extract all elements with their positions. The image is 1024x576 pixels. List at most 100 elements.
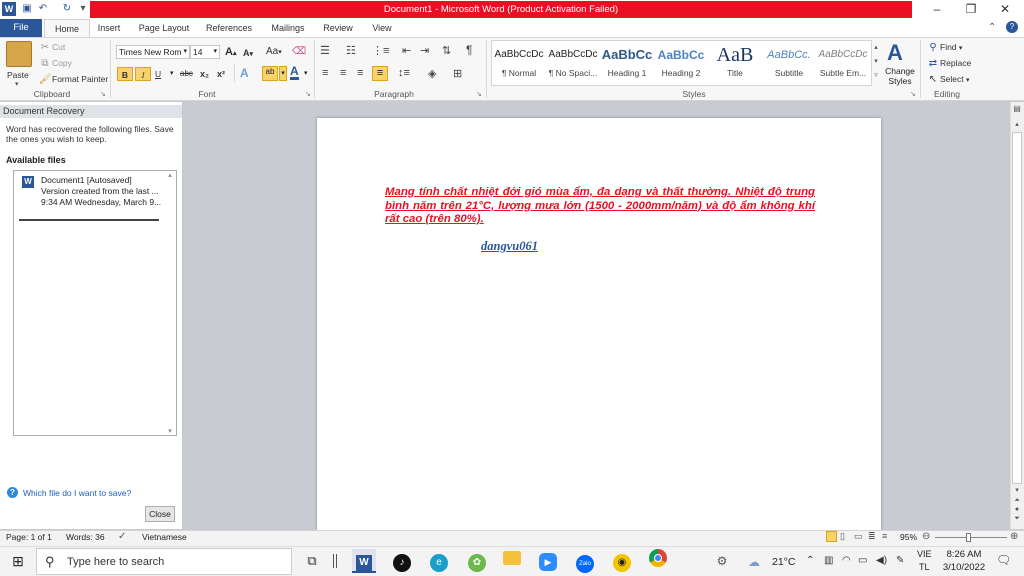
line-spacing-icon[interactable]: ↕≡: [398, 67, 410, 79]
taskbar-search-box[interactable]: ⚲ Type here to search: [36, 548, 292, 575]
text-effects-icon[interactable]: A: [240, 66, 249, 80]
change-case-button[interactable]: Aa▾: [266, 45, 282, 59]
undo-icon[interactable]: ↶: [36, 2, 50, 16]
zalo-icon[interactable]: Zalo: [573, 549, 597, 573]
word-logo-icon[interactable]: W: [2, 2, 16, 16]
outline-icon[interactable]: ≣: [868, 531, 876, 542]
superscript-button[interactable]: x²: [217, 67, 225, 81]
next-page-icon[interactable]: ⏷: [1012, 515, 1022, 523]
which-file-help-link[interactable]: Which file do I want to save?: [23, 488, 131, 498]
increase-indent-icon[interactable]: ⇥: [420, 44, 429, 57]
tab-view[interactable]: View: [366, 19, 398, 37]
edge-icon[interactable]: e: [427, 549, 451, 573]
multilevel-list-icon[interactable]: ⋮≡: [372, 44, 389, 57]
restore-icon[interactable]: ❐: [954, 0, 988, 19]
full-screen-reading-icon[interactable]: ▯: [840, 531, 845, 542]
wifi-icon[interactable]: ◠: [842, 555, 851, 566]
volume-icon[interactable]: ◀): [876, 555, 887, 566]
show-hidden-icons-icon[interactable]: ⌃: [806, 555, 814, 566]
style-normal[interactable]: AaBbCcDc ¶ Normal: [492, 42, 546, 86]
input-language[interactable]: VIE: [917, 549, 932, 559]
subscript-button[interactable]: x₂: [200, 67, 209, 81]
borders-icon[interactable]: ⊞: [453, 67, 462, 80]
page-count-status[interactable]: Page: 1 of 1: [6, 532, 52, 542]
styles-scroll[interactable]: ▴ ▾ ▿: [871, 41, 880, 85]
print-layout-icon[interactable]: [826, 531, 837, 542]
style-no-spacing[interactable]: AaBbCcDc ¶ No Spaci...: [546, 42, 600, 86]
tab-mailings[interactable]: Mailings: [266, 19, 310, 37]
bullets-icon[interactable]: ☰: [320, 44, 330, 57]
help-icon[interactable]: ?: [1006, 21, 1018, 33]
justify-icon[interactable]: ≡: [372, 66, 388, 81]
show-marks-button[interactable]: ¶: [466, 43, 472, 57]
font-color-icon[interactable]: A: [290, 65, 299, 80]
zoom-slider-thumb[interactable]: [966, 533, 971, 542]
ruler-toggle-icon[interactable]: ▤: [1012, 104, 1022, 114]
scroll-thumb[interactable]: [1012, 132, 1022, 484]
strikethrough-button[interactable]: abc: [180, 67, 193, 81]
style-heading-1[interactable]: AaBbCc Heading 1: [600, 42, 654, 86]
paragraph-launcher-icon[interactable]: ↘: [476, 90, 482, 98]
word-taskbar-icon[interactable]: W: [352, 549, 376, 573]
browse-object-icon[interactable]: ●: [1012, 506, 1022, 513]
align-center-icon[interactable]: ≡: [340, 67, 346, 79]
tab-insert[interactable]: Insert: [92, 19, 126, 37]
chrome-icon[interactable]: [646, 549, 670, 573]
tab-references[interactable]: References: [202, 19, 256, 37]
clear-formatting-icon[interactable]: ⌫: [292, 46, 306, 57]
close-recovery-button[interactable]: Close: [145, 506, 175, 522]
shading-icon[interactable]: ◈: [428, 67, 436, 80]
tab-home[interactable]: Home: [44, 19, 90, 37]
style-subtle-emphasis[interactable]: AaBbCcDc Subtle Em...: [816, 42, 870, 86]
recovered-file-item[interactable]: W Document1 [Autosaved] Version created …: [17, 174, 161, 216]
language-status[interactable]: Vietnamese: [142, 532, 187, 542]
clock-time[interactable]: 8:26 AM: [944, 549, 984, 560]
customize-qat-icon[interactable]: ▾: [76, 2, 90, 16]
messenger-icon[interactable]: ⚙: [710, 549, 734, 573]
file-explorer-icon[interactable]: [500, 549, 524, 573]
scroll-up-icon[interactable]: ▴: [164, 171, 176, 179]
chevron-down-icon[interactable]: ▾: [304, 69, 308, 77]
minimize-icon[interactable]: –: [920, 0, 954, 19]
chevron-down-icon[interactable]: ▾: [279, 66, 287, 81]
weather-cloud-icon[interactable]: ☁: [748, 555, 760, 569]
tab-file[interactable]: File: [0, 19, 42, 37]
styles-launcher-icon[interactable]: ↘: [910, 90, 916, 98]
copy-button[interactable]: ⧉ Copy: [38, 56, 71, 70]
grow-font-button[interactable]: A▴: [225, 45, 236, 59]
clipboard-launcher-icon[interactable]: ↘: [100, 90, 106, 98]
document-paragraph[interactable]: Mang tính chất nhiệt đới gió mùa ẩm, đa …: [385, 186, 815, 227]
chevron-down-icon[interactable]: ▾: [170, 69, 174, 77]
font-name-combo[interactable]: Times New Rom ▾: [116, 45, 190, 59]
proofing-icon[interactable]: ✓: [118, 531, 126, 542]
decrease-indent-icon[interactable]: ⇤: [402, 44, 411, 57]
previous-page-icon[interactable]: ⏶: [1012, 497, 1022, 505]
zoom-in-icon[interactable]: ⊕: [1010, 531, 1018, 542]
scroll-down-icon[interactable]: ▾: [1012, 486, 1022, 494]
scroll-down-icon[interactable]: ▾: [164, 427, 176, 435]
zoom-level[interactable]: 95%: [900, 532, 917, 542]
redo-icon[interactable]: ↻: [60, 2, 74, 16]
style-subtitle[interactable]: AaBbCc. Subtitle: [762, 42, 816, 86]
font-launcher-icon[interactable]: ↘: [305, 90, 311, 98]
align-right-icon[interactable]: ≡: [357, 67, 363, 79]
weather-temp[interactable]: 21°C: [772, 556, 795, 568]
document-author-text[interactable]: dangvu061: [481, 239, 538, 254]
bold-button[interactable]: B: [117, 67, 133, 81]
format-painter-button[interactable]: 🖌Format Painter: [38, 72, 109, 86]
word-count-status[interactable]: Words: 36: [66, 532, 105, 542]
clock-date[interactable]: 3/10/2022: [940, 562, 988, 573]
cut-button[interactable]: ✂ Cut: [38, 40, 65, 54]
style-title[interactable]: AaB Title: [708, 42, 762, 86]
change-styles-icon[interactable]: A: [887, 40, 903, 66]
close-window-icon[interactable]: ✕: [988, 0, 1022, 19]
draft-icon[interactable]: ≡: [882, 531, 887, 541]
list-scrollbar[interactable]: ▴ ▾: [164, 171, 176, 435]
font-size-combo[interactable]: 14 ▾: [190, 45, 220, 59]
zoom-slider[interactable]: [935, 537, 1007, 538]
tiktok-icon[interactable]: ♪: [390, 549, 414, 573]
tab-review[interactable]: Review: [320, 19, 356, 37]
replace-button[interactable]: ⇄ Replace: [926, 56, 971, 70]
tab-page-layout[interactable]: Page Layout: [134, 19, 194, 37]
shrink-font-button[interactable]: A▾: [243, 46, 253, 60]
